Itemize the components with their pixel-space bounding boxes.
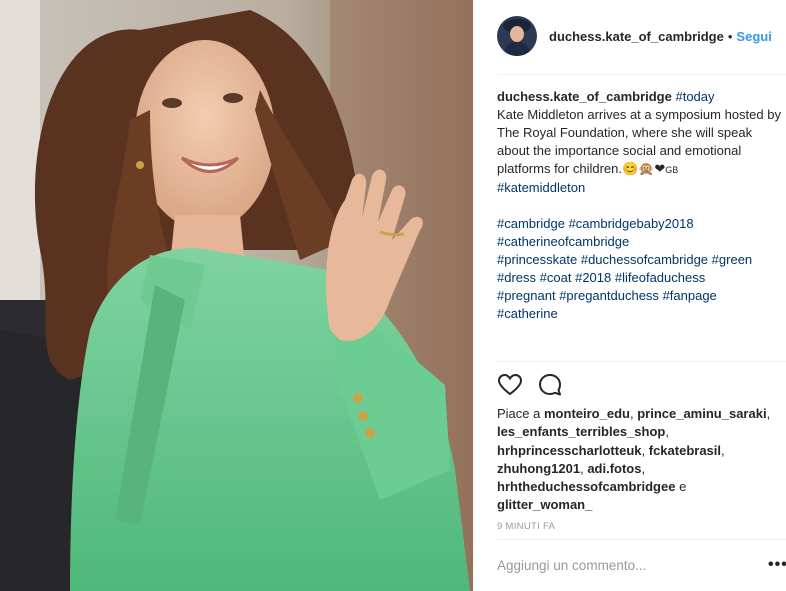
liker-link[interactable]: adi.fotos xyxy=(587,461,641,476)
caption-emoji: 😊🙊❤ xyxy=(622,161,666,176)
post-timestamp[interactable]: 9 MINUTI FA xyxy=(497,521,555,532)
post-actions xyxy=(497,372,577,398)
hashtag[interactable]: #pregantduchess xyxy=(559,288,659,303)
hashtag[interactable]: #cambridge xyxy=(497,216,565,231)
hashtag[interactable]: #catherineofcambridge xyxy=(497,234,629,249)
liker-link[interactable]: hrhtheduchessofcambridgee xyxy=(497,479,675,494)
liker-link[interactable]: fckatebrasil xyxy=(649,443,721,458)
hashtag[interactable]: #fanpage xyxy=(663,288,717,303)
likes-summary: Piace a monteiro_edu, prince_aminu_sarak… xyxy=(497,406,771,513)
hashtag[interactable]: #duchessofcambridge xyxy=(581,252,708,267)
hashtag[interactable]: #2018 xyxy=(575,270,611,285)
hashtag[interactable]: #princesskate xyxy=(497,252,577,267)
post-details-panel: duchess.kate_of_cambridge • Segui duches… xyxy=(473,0,786,591)
post-photo[interactable] xyxy=(0,0,473,591)
divider xyxy=(497,361,786,362)
likes-prefix: Piace a xyxy=(497,406,541,421)
liker-link[interactable]: hrhprincesscharlotteuk xyxy=(497,443,642,458)
comment-input[interactable]: Aggiungi un commento... xyxy=(497,558,646,573)
username-link[interactable]: duchess.kate_of_cambridge xyxy=(549,29,724,44)
hashtag[interactable]: #today xyxy=(675,89,714,104)
comment-bubble-icon[interactable] xyxy=(537,372,563,398)
hashtag[interactable]: #pregnant xyxy=(497,288,556,303)
hashtag[interactable]: #catherine xyxy=(497,306,558,321)
header-separator: • xyxy=(727,28,733,44)
liker-link[interactable]: les_enfants_terribles_shop xyxy=(497,424,665,439)
hashtag[interactable]: #katemiddleton xyxy=(497,180,585,195)
liker-link[interactable]: zhuhong1201 xyxy=(497,461,580,476)
divider xyxy=(497,74,786,75)
post-header: duchess.kate_of_cambridge • Segui xyxy=(497,16,772,56)
hashtag[interactable]: #dress xyxy=(497,270,536,285)
caption-username[interactable]: duchess.kate_of_cambridge xyxy=(497,89,672,104)
caption-emoji-flag: GB xyxy=(665,165,679,175)
avatar-image xyxy=(497,16,537,56)
liker-link[interactable]: glitter_woman_ xyxy=(497,497,592,512)
heart-icon[interactable] xyxy=(497,372,523,398)
avatar[interactable] xyxy=(497,16,537,56)
photo-illustration xyxy=(0,0,473,591)
hashtag[interactable]: #green xyxy=(712,252,752,267)
liker-link[interactable]: prince_aminu_saraki xyxy=(637,406,766,421)
follow-button[interactable]: Segui xyxy=(736,29,771,44)
hashtag[interactable]: #lifeofaduchess xyxy=(615,270,705,285)
divider xyxy=(497,539,786,540)
more-options-icon[interactable]: ••• xyxy=(768,557,786,573)
hashtag[interactable]: #cambridgebaby2018 xyxy=(569,216,694,231)
likes-conjunction: e xyxy=(679,479,687,495)
post-caption: duchess.kate_of_cambridge #today Kate Mi… xyxy=(497,88,786,323)
liker-link[interactable]: monteiro_edu xyxy=(544,406,630,421)
hashtag[interactable]: #coat xyxy=(540,270,572,285)
